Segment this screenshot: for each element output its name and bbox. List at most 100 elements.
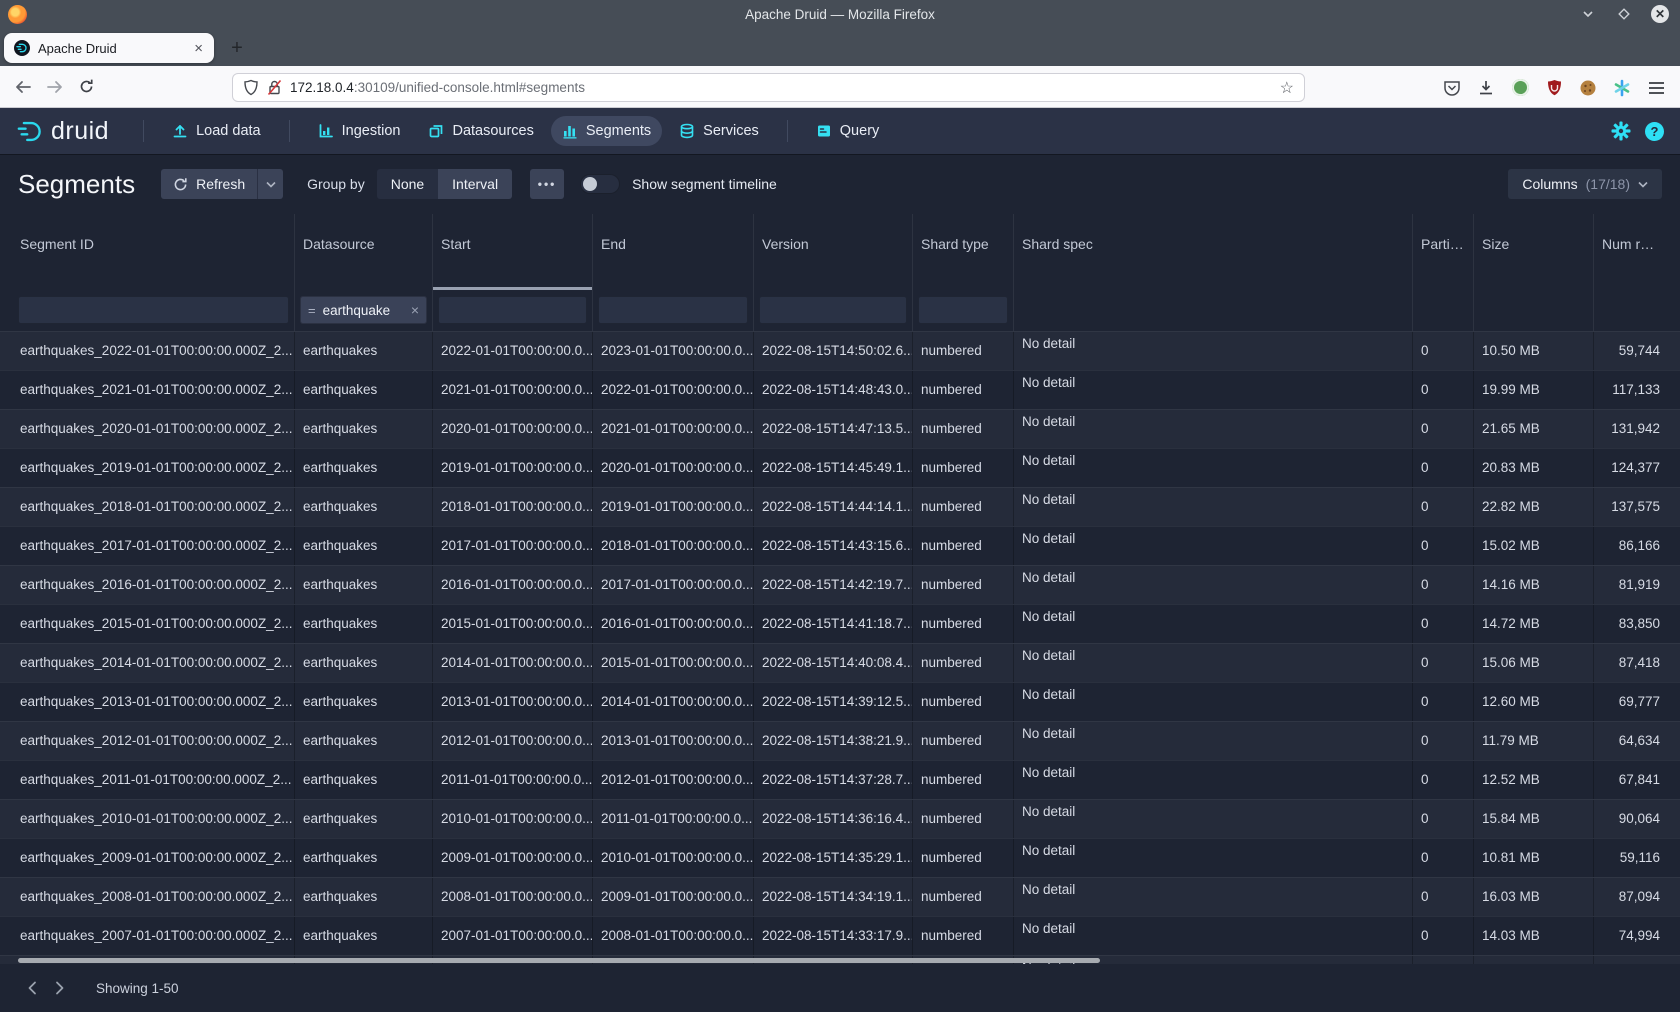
filter-input-shard-type[interactable]: [918, 296, 1008, 324]
cell-shard-type: numbered: [913, 449, 1014, 487]
column-header-partition[interactable]: Partiti...: [1413, 214, 1474, 290]
cell-start: 2009-01-01T00:00:00.0...: [433, 839, 593, 877]
url-bar[interactable]: 172.18.0.4:30109/unified-console.html#se…: [232, 73, 1305, 102]
tab-close-icon[interactable]: ×: [191, 40, 206, 57]
table-row: earthquakes_2013-01-01T00:00:00.000Z_2..…: [0, 682, 1680, 721]
next-page-button[interactable]: [46, 974, 74, 1002]
menu-hamburger-icon[interactable]: [1644, 76, 1668, 100]
filter-input-segment-id[interactable]: [18, 296, 289, 324]
filter-remove-icon[interactable]: ×: [411, 302, 419, 318]
cell-shard-spec: No detail: [1014, 605, 1413, 643]
maximize-icon[interactable]: [1614, 4, 1634, 24]
columns-button[interactable]: Columns (17/18): [1508, 169, 1662, 199]
nav-load-data[interactable]: Load data: [161, 116, 272, 146]
query-console-icon: [816, 123, 832, 139]
cell-start: 2017-01-01T00:00:00.0...: [433, 527, 593, 565]
reload-icon[interactable]: [78, 78, 95, 95]
divider: [787, 120, 788, 142]
cell-segment-id: earthquakes_2008-01-01T00:00:00.000Z_2..…: [0, 878, 295, 916]
shield-icon[interactable]: [243, 79, 259, 96]
minimize-icon[interactable]: [1578, 4, 1598, 24]
browser-tab[interactable]: Apache Druid ×: [4, 33, 214, 63]
cell-end: 2018-01-01T00:00:00.0...: [593, 527, 754, 565]
extension-ublock-icon[interactable]: [1542, 76, 1566, 100]
downloads-icon[interactable]: [1474, 76, 1498, 100]
cell-start: 2012-01-01T00:00:00.0...: [433, 722, 593, 760]
cell-start: 2019-01-01T00:00:00.0...: [433, 449, 593, 487]
horizontal-scrollbar-thumb[interactable]: [18, 958, 1100, 963]
table-row: earthquakes_2011-01-01T00:00:00.000Z_2..…: [0, 760, 1680, 799]
url-host: 172.18.0.4: [290, 80, 354, 95]
bookmark-star-icon[interactable]: ☆: [1280, 78, 1294, 98]
nav-datasources[interactable]: Datasources: [417, 116, 544, 146]
forward-icon[interactable]: [46, 79, 64, 95]
new-tab-button[interactable]: +: [222, 33, 252, 63]
cell-shard-type: numbered: [913, 371, 1014, 409]
column-header-start[interactable]: Start: [433, 214, 593, 290]
nav-ingestion[interactable]: Ingestion: [307, 116, 412, 146]
nav-services[interactable]: Services: [668, 116, 770, 146]
cell-size: 12.52 MB: [1474, 761, 1594, 799]
cell-shard-type: numbered: [913, 527, 1014, 565]
cell-shard-type: numbered: [913, 917, 1014, 955]
cell-end: 2016-01-01T00:00:00.0...: [593, 605, 754, 643]
refresh-button[interactable]: Refresh: [161, 169, 257, 199]
cell-segment-id: earthquakes_2018-01-01T00:00:00.000Z_2..…: [0, 488, 295, 526]
column-header-num-rows[interactable]: Num rows: [1594, 214, 1680, 290]
back-icon[interactable]: [14, 79, 32, 95]
window-title: Apache Druid — Mozilla Firefox: [0, 0, 1680, 28]
filter-input-version[interactable]: [759, 296, 907, 324]
cell-size: 15.84 MB: [1474, 800, 1594, 838]
settings-gear-icon[interactable]: [1611, 121, 1631, 141]
nav-label: Datasources: [452, 123, 533, 139]
url-text: 172.18.0.4:30109/unified-console.html#se…: [290, 80, 1280, 95]
group-by-none-button[interactable]: None: [377, 169, 438, 199]
column-header-end[interactable]: End: [593, 214, 754, 290]
column-header-shard-spec[interactable]: Shard spec: [1014, 214, 1413, 290]
cell-partition: 0: [1413, 371, 1474, 409]
cell-size: 14.03 MB: [1474, 917, 1594, 955]
cell-num-rows: [1594, 956, 1680, 964]
tab-favicon-druid-icon: [14, 40, 30, 56]
divider: [143, 120, 144, 142]
nav-label: Segments: [586, 123, 651, 139]
column-header-size[interactable]: Size: [1474, 214, 1594, 290]
cell-num-rows: 87,094: [1594, 878, 1680, 916]
insecure-lock-icon[interactable]: [267, 79, 282, 96]
help-icon[interactable]: ?: [1645, 122, 1664, 141]
extension-cookie-icon[interactable]: [1576, 76, 1600, 100]
close-icon[interactable]: ✕: [1650, 4, 1670, 24]
group-by-interval-button[interactable]: Interval: [438, 169, 512, 199]
pocket-icon[interactable]: [1440, 76, 1464, 100]
prev-page-button[interactable]: [18, 974, 46, 1002]
filter-input-end[interactable]: [598, 296, 748, 324]
refresh-dropdown-button[interactable]: [257, 169, 283, 199]
nav-query[interactable]: Query: [805, 116, 891, 146]
column-header-version[interactable]: Version: [754, 214, 913, 290]
cell-partition: 0: [1413, 761, 1474, 799]
cell-shard-spec: No detail: [1014, 644, 1413, 682]
extension-privacy-badger-icon[interactable]: [1508, 76, 1532, 100]
cell-datasource: earthquakes: [295, 371, 433, 409]
druid-brand[interactable]: druid: [16, 117, 109, 146]
cell-shard-type: numbered: [913, 644, 1014, 682]
group-by-label: Group by: [307, 176, 365, 192]
extension-asterisk-icon[interactable]: [1610, 76, 1634, 100]
cell-shard-spec: No detail: [1014, 722, 1413, 760]
cell-size: 21.65 MB: [1474, 410, 1594, 448]
cell-end: 2023-01-01T00:00:00.0...: [593, 332, 754, 370]
cell-num-rows: 83,850: [1594, 605, 1680, 643]
cell-start: 2016-01-01T00:00:00.0...: [433, 566, 593, 604]
more-options-button[interactable]: •••: [530, 169, 564, 199]
cell-shard-spec: No detail: [1014, 449, 1413, 487]
filter-input-start[interactable]: [438, 296, 587, 324]
table-row: earthquakes_2014-01-01T00:00:00.000Z_2..…: [0, 643, 1680, 682]
segment-timeline-toggle[interactable]: [580, 174, 620, 194]
filter-input-datasource[interactable]: = earthquake ×: [300, 296, 427, 324]
column-header-segment-id[interactable]: Segment ID: [0, 214, 295, 290]
nav-segments[interactable]: Segments: [551, 116, 662, 146]
column-header-datasource[interactable]: Datasource: [295, 214, 433, 290]
column-header-shard-type[interactable]: Shard type: [913, 214, 1014, 290]
cell-partition: 0: [1413, 410, 1474, 448]
cell-datasource: earthquakes: [295, 449, 433, 487]
